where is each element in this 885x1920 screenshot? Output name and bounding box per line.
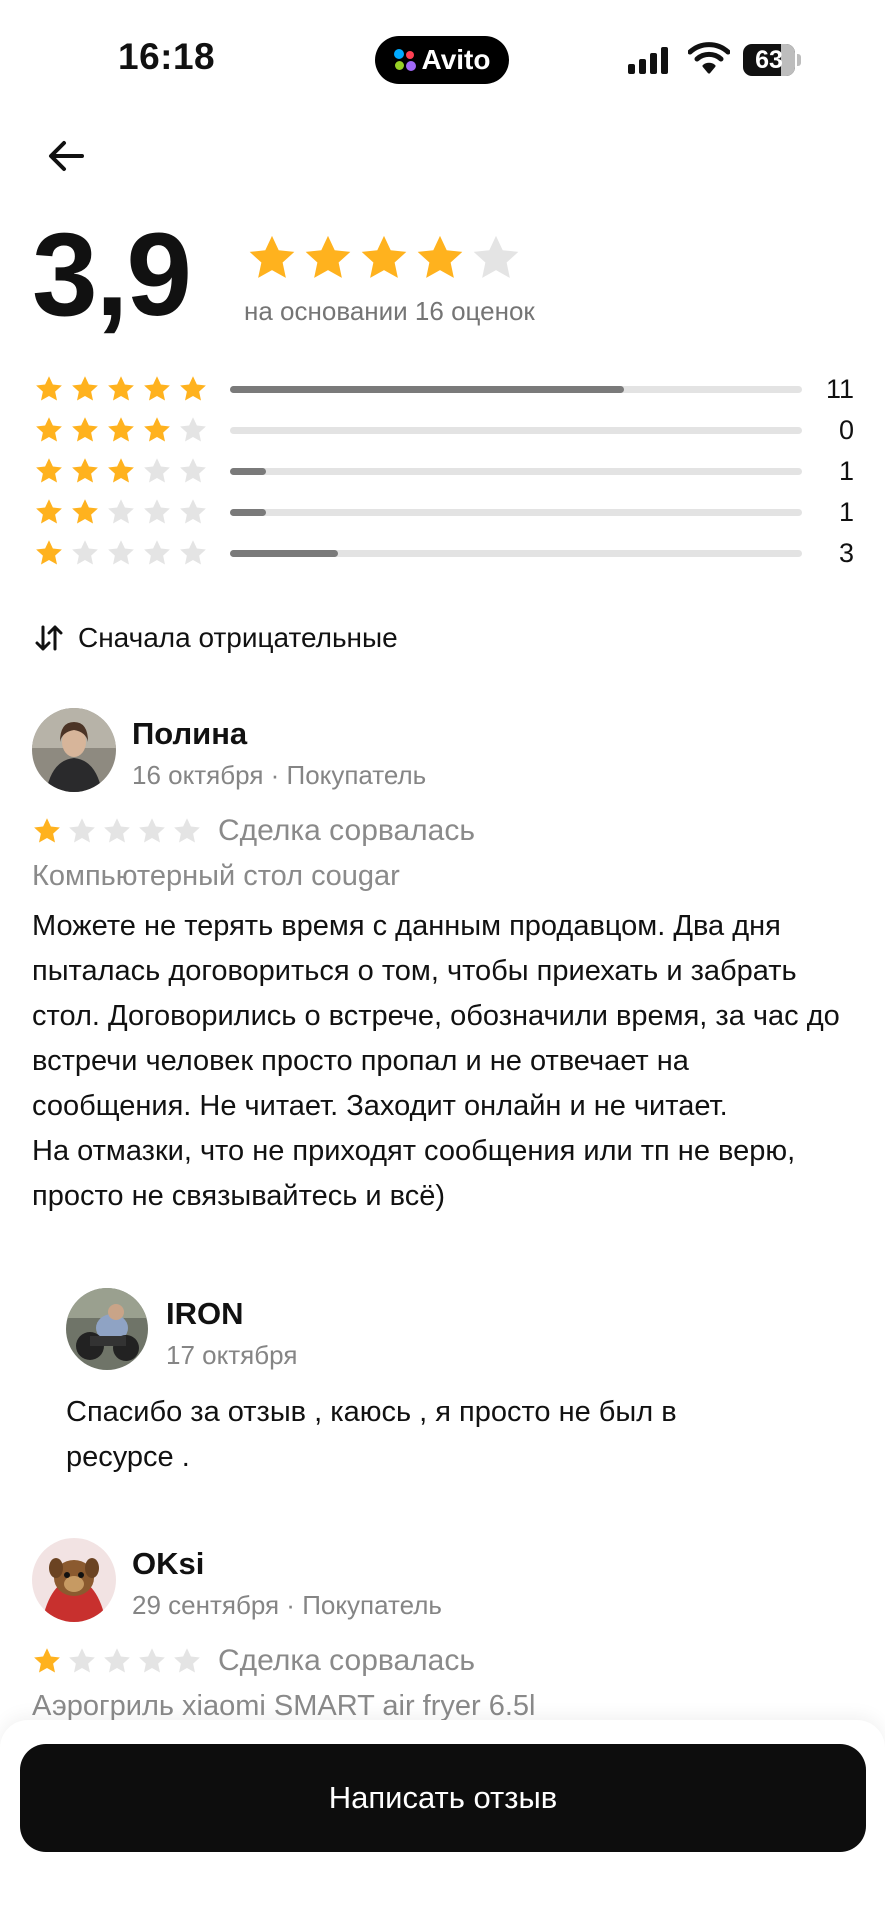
- distribution-stars: [34, 456, 208, 486]
- star-empty-icon: [144, 499, 170, 524]
- star-empty-icon: [108, 540, 134, 565]
- avatar[interactable]: [32, 1538, 116, 1622]
- star-filled-icon: [36, 417, 62, 442]
- distribution-row-5: 11: [34, 370, 854, 410]
- distribution-bar: [230, 550, 802, 557]
- reviewer-name[interactable]: OKsi: [132, 1546, 204, 1582]
- star-filled-icon: [144, 417, 170, 442]
- distribution-count: 0: [838, 415, 854, 445]
- star-filled-icon: [108, 458, 134, 483]
- distribution-bar: [230, 386, 802, 393]
- star-filled-icon: [144, 376, 170, 401]
- star-filled-icon: [72, 417, 98, 442]
- distribution-bar-fill: [230, 550, 338, 557]
- review-text: Можете не терять время с данным продавцо…: [32, 910, 840, 1212]
- average-rating: 3,9: [32, 209, 192, 341]
- distribution-row-4: 0: [34, 411, 854, 451]
- deal-status: Сделка сорвалась: [218, 1644, 475, 1677]
- review-meta: 29 сентября · Покупатель: [132, 1590, 442, 1620]
- sort-label: Сначала отрицательные: [78, 622, 398, 653]
- distribution-row-1: 3: [34, 534, 854, 574]
- star-filled-icon: [108, 417, 134, 442]
- distribution-stars: [34, 538, 208, 568]
- star-empty-icon: [104, 1648, 130, 1673]
- star-empty-icon: [139, 1648, 165, 1673]
- signal-icon: [628, 46, 668, 74]
- star-filled-icon: [361, 235, 407, 278]
- star-filled-icon: [108, 376, 134, 401]
- review-stars: [32, 1646, 202, 1676]
- star-filled-icon: [36, 458, 62, 483]
- distribution-bar: [230, 427, 802, 434]
- distribution-bar: [230, 468, 802, 475]
- star-filled-icon: [180, 376, 206, 401]
- battery-level: 63: [755, 45, 783, 74]
- review-item[interactable]: Аэрогриль xiaomi SMART air fryer 6.5l: [32, 1690, 536, 1723]
- star-filled-icon: [305, 235, 351, 278]
- reply-text: Спасибо за отзыв , каюсь , я просто не б…: [66, 1396, 677, 1473]
- star-filled-icon: [34, 818, 60, 843]
- reply-date: 17 октября: [166, 1340, 298, 1370]
- star-empty-icon: [69, 818, 95, 843]
- dynamic-island: Avito: [375, 36, 509, 84]
- distribution-count: 1: [838, 497, 854, 527]
- distribution-row-2: 1: [34, 493, 854, 533]
- distribution-bar-fill: [230, 386, 624, 393]
- star-empty-icon: [174, 1648, 200, 1673]
- star-filled-icon: [34, 1648, 60, 1673]
- distribution-stars: [34, 415, 208, 445]
- distribution-count: 3: [838, 538, 854, 568]
- back-arrow-icon[interactable]: [44, 134, 88, 178]
- distribution-bar-fill: [230, 468, 267, 475]
- rating-stars: [246, 232, 522, 284]
- sort-button[interactable]: Сначала отрицательные: [34, 622, 398, 654]
- star-empty-icon: [139, 818, 165, 843]
- star-filled-icon: [72, 376, 98, 401]
- star-filled-icon: [417, 235, 463, 278]
- distribution-stars: [34, 374, 208, 404]
- star-filled-icon: [36, 540, 62, 565]
- star-empty-icon: [174, 818, 200, 843]
- star-filled-icon: [36, 376, 62, 401]
- star-empty-icon: [72, 540, 98, 565]
- avatar[interactable]: [66, 1288, 148, 1370]
- star-empty-icon: [180, 499, 206, 524]
- sort-icon: [35, 625, 63, 651]
- deal-status: Сделка сорвалась: [218, 814, 475, 847]
- reviewer-name[interactable]: Полина: [132, 716, 247, 752]
- star-filled-icon: [72, 499, 98, 524]
- battery-icon: 63: [743, 44, 795, 76]
- star-empty-icon: [180, 458, 206, 483]
- review-meta: 16 октября · Покупатель: [132, 760, 427, 790]
- star-empty-icon: [473, 235, 519, 278]
- distribution-count: 1: [838, 456, 854, 486]
- review-stars: [32, 816, 202, 846]
- star-empty-icon: [180, 417, 206, 442]
- avito-logo-icon: [393, 49, 416, 71]
- star-filled-icon: [36, 499, 62, 524]
- star-empty-icon: [104, 818, 130, 843]
- distribution-count: 11: [825, 374, 854, 404]
- replier-name[interactable]: IRON: [166, 1296, 244, 1332]
- wifi-icon: [688, 42, 730, 74]
- star-empty-icon: [144, 458, 170, 483]
- distribution-bar-fill: [230, 509, 267, 516]
- app-badge-label: Avito: [421, 44, 491, 75]
- star-empty-icon: [69, 1648, 95, 1673]
- ratings-count: на основании 16 оценок: [244, 296, 535, 326]
- distribution-bar: [230, 509, 802, 516]
- star-filled-icon: [72, 458, 98, 483]
- status-time: 16:18: [118, 36, 216, 77]
- star-empty-icon: [180, 540, 206, 565]
- write-review-button[interactable]: Написать отзыв: [20, 1744, 866, 1852]
- avatar[interactable]: [32, 708, 116, 792]
- distribution-stars: [34, 497, 208, 527]
- star-empty-icon: [108, 499, 134, 524]
- distribution-row-3: 1: [34, 452, 854, 492]
- review-item[interactable]: Компьютерный стол cougar: [32, 860, 400, 893]
- star-empty-icon: [144, 540, 170, 565]
- star-filled-icon: [249, 235, 295, 278]
